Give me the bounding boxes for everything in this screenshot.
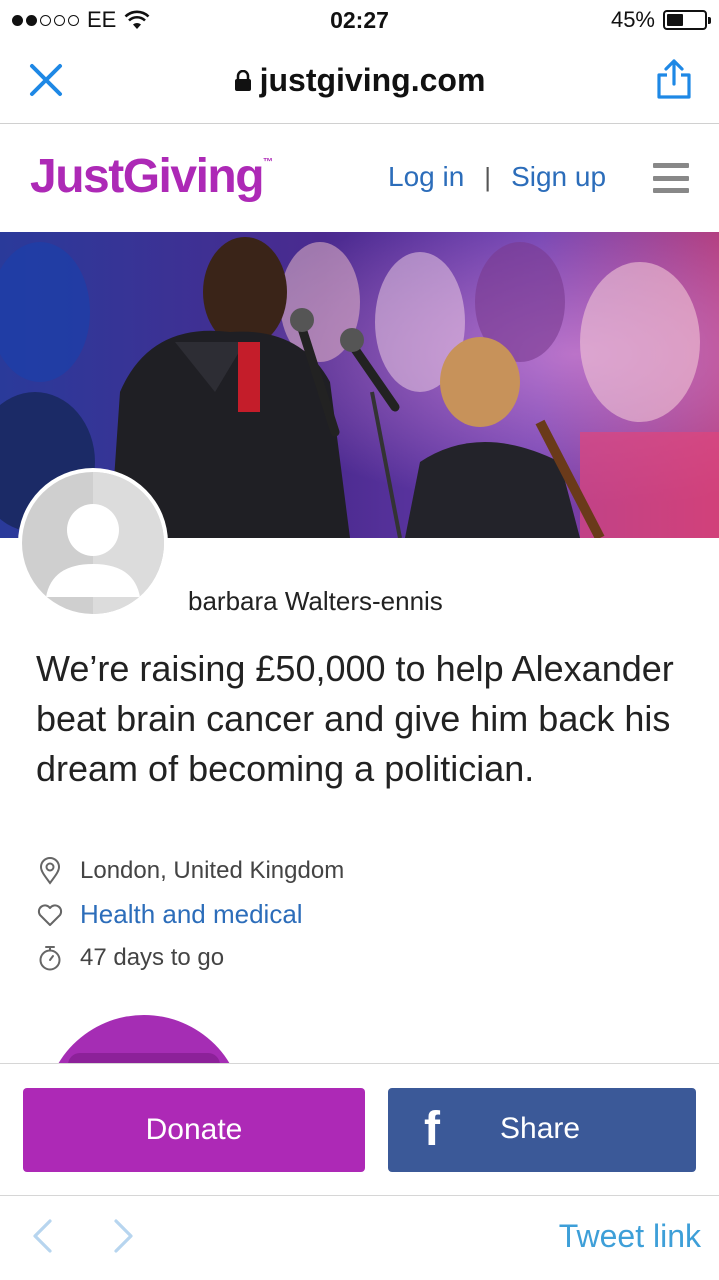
heart-icon <box>37 903 63 926</box>
avatar <box>18 468 168 618</box>
location-pin-icon <box>39 857 61 885</box>
facebook-icon: f <box>424 1103 440 1156</box>
owner-name: barbara Walters-ennis <box>188 586 443 616</box>
facebook-share-button[interactable]: f Share <box>388 1088 696 1172</box>
location-row: London, United Kingdom <box>36 857 344 885</box>
chevron-right-icon[interactable] <box>112 1218 136 1254</box>
share-icon[interactable] <box>655 58 693 100</box>
time-left-text: 47 days to go <box>80 944 225 971</box>
tweet-link[interactable]: Tweet link <box>559 1218 701 1255</box>
avatar-placeholder-icon <box>22 472 164 614</box>
chevron-left-icon[interactable] <box>30 1218 54 1254</box>
campaign-headline: We’re raising £50,000 to help Alexander … <box>36 648 674 789</box>
donate-button[interactable]: Donate <box>23 1088 365 1172</box>
action-bar: Donate f Share <box>0 1063 719 1195</box>
time-left-row: 47 days to go <box>36 944 224 972</box>
hamburger-menu-icon[interactable] <box>653 163 689 193</box>
url-field[interactable]: justgiving.com <box>0 62 719 99</box>
signup-link[interactable]: Sign up <box>511 161 606 193</box>
status-left: EE <box>12 7 272 33</box>
share-label: Share <box>500 1112 581 1145</box>
site-header: JustGiving™ Log in | Sign up <box>0 125 719 232</box>
location-text: London, United Kingdom <box>80 857 345 884</box>
category-link[interactable]: Health and medical <box>80 899 303 930</box>
clock: 02:27 <box>330 6 389 33</box>
wifi-icon <box>124 10 150 29</box>
auth-separator: | <box>484 161 492 192</box>
stopwatch-icon <box>39 946 61 971</box>
battery-icon <box>663 10 711 30</box>
carrier-label: EE <box>87 7 117 32</box>
logo-text: JustGiving <box>30 150 265 203</box>
logo-trademark: ™ <box>263 157 274 168</box>
auth-links: Log in | Sign up <box>388 161 606 193</box>
battery-percent: 45% <box>610 7 655 32</box>
battery-fill <box>667 14 684 26</box>
lock-icon <box>234 69 251 91</box>
login-link[interactable]: Log in <box>388 161 464 193</box>
status-bar: EE 02:27 45% <box>0 0 719 40</box>
signal-dots-icon <box>12 14 79 26</box>
status-right: 45% <box>447 7 711 33</box>
category-row: Health and medical <box>36 899 303 930</box>
justgiving-logo[interactable]: JustGiving™ <box>30 149 273 204</box>
url-text: justgiving.com <box>259 62 486 98</box>
donate-label: Donate <box>145 1113 243 1146</box>
browser-toolbar: Tweet link <box>0 1195 719 1280</box>
browser-url-bar: justgiving.com <box>0 40 719 124</box>
